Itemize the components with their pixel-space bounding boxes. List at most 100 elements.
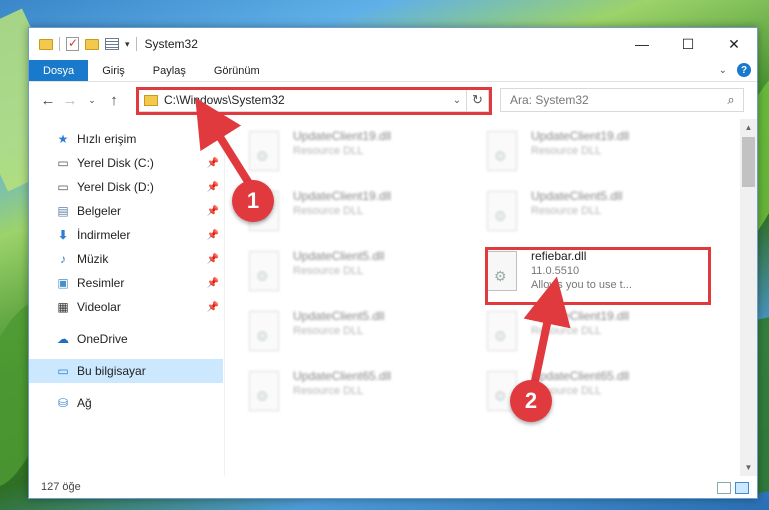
- cloud-icon: ☁: [57, 332, 69, 346]
- video-icon: ▦: [57, 300, 69, 314]
- file-item[interactable]: UpdateClient19.dll Resource DLL: [249, 185, 459, 241]
- expand-ribbon-chevron-icon[interactable]: ⌄: [719, 65, 727, 76]
- file-list: UpdateClient19.dll Resource DLL UpdateCli…: [223, 119, 757, 476]
- pin-icon[interactable]: 📌: [207, 254, 219, 265]
- tab-view[interactable]: Görünüm: [200, 60, 274, 81]
- sidebar-item-pictures[interactable]: ▣ Resimler 📌: [29, 271, 223, 295]
- tiles-view-icon[interactable]: [735, 482, 749, 494]
- title-bar: ▾ System32 — ☐ ✕: [29, 28, 757, 60]
- scroll-down-icon[interactable]: ▼: [740, 459, 757, 476]
- search-icon[interactable]: ⌕: [719, 92, 743, 108]
- file-description: Resource DLL: [531, 145, 602, 157]
- file-description: Resource DLL: [293, 145, 364, 157]
- up-arrow-icon[interactable]: ↑: [103, 92, 125, 109]
- maximize-button[interactable]: ☐: [665, 28, 711, 60]
- properties-check-icon[interactable]: [66, 36, 79, 51]
- sidebar-item-local-disk-d[interactable]: ▭ Yerel Disk (D:) 📌: [29, 175, 223, 199]
- pin-icon[interactable]: 📌: [207, 278, 219, 289]
- dll-file-icon: [487, 131, 517, 171]
- window-title: System32: [144, 37, 198, 51]
- pin-icon[interactable]: 📌: [207, 302, 219, 313]
- file-item[interactable]: UpdateClient5.dll Resource DLL: [249, 245, 459, 301]
- sidebar-item-label: Ağ: [77, 396, 92, 410]
- file-description: Resource DLL: [293, 325, 364, 337]
- main-content: ★ Hızlı erişim ▭ Yerel Disk (C:) 📌 ▭ Yer…: [29, 119, 757, 476]
- search-input[interactable]: Ara: System32: [510, 93, 719, 107]
- tab-file[interactable]: Dosya: [29, 60, 89, 81]
- sidebar-item-label: OneDrive: [77, 332, 128, 346]
- sidebar-item-label: Müzik: [77, 252, 109, 266]
- file-name: UpdateClient19.dll: [531, 129, 630, 143]
- highlight-box-address: [136, 87, 492, 115]
- sidebar-item-label: Hızlı erişim: [77, 132, 137, 146]
- pin-icon[interactable]: 📌: [207, 206, 219, 217]
- item-count: 127 öğe: [41, 481, 81, 493]
- computer-icon: ▭: [57, 364, 69, 378]
- file-name: UpdateClient5.dll: [293, 309, 385, 323]
- view-toggle: [717, 482, 749, 494]
- file-description: Resource DLL: [531, 325, 602, 337]
- tab-share[interactable]: Paylaş: [139, 60, 200, 81]
- toolbar-divider: [135, 37, 137, 51]
- close-button[interactable]: ✕: [711, 28, 757, 60]
- sidebar-item-onedrive[interactable]: ☁ OneDrive: [29, 327, 223, 351]
- navigation-pane: ★ Hızlı erişim ▭ Yerel Disk (C:) 📌 ▭ Yer…: [29, 119, 223, 476]
- folder-icon[interactable]: [39, 38, 53, 50]
- scroll-thumb[interactable]: [742, 137, 755, 187]
- highlight-box-file: [485, 247, 711, 305]
- file-name: UpdateClient65.dll: [531, 369, 630, 383]
- new-folder-icon[interactable]: [85, 38, 99, 50]
- toolbar-divider: [59, 37, 60, 51]
- sidebar-item-downloads[interactable]: ⬇ İndirmeler 📌: [29, 223, 223, 247]
- sidebar-item-label: Videolar: [77, 300, 121, 314]
- sidebar-item-label: Resimler: [77, 276, 125, 290]
- ribbon-tabs: Dosya Giriş Paylaş Görünüm ⌄ ?: [29, 60, 757, 82]
- search-box[interactable]: Ara: System32 ⌕: [500, 88, 744, 112]
- drive-icon: ▭: [57, 156, 69, 170]
- status-bar: 127 öğe: [29, 476, 757, 498]
- forward-arrow-icon[interactable]: →: [59, 92, 81, 109]
- file-description: Resource DLL: [293, 265, 364, 277]
- sidebar-item-videos[interactable]: ▦ Videolar 📌: [29, 295, 223, 319]
- back-arrow-icon[interactable]: ←: [37, 92, 59, 109]
- ribbon-right: ⌄ ?: [719, 63, 751, 77]
- file-name: UpdateClient19.dll: [531, 309, 630, 323]
- file-description: Resource DLL: [293, 385, 364, 397]
- details-view-icon[interactable]: [717, 482, 731, 494]
- pin-icon[interactable]: 📌: [207, 230, 219, 241]
- sidebar-item-quick-access[interactable]: ★ Hızlı erişim: [29, 127, 223, 151]
- scroll-up-icon[interactable]: ▲: [740, 119, 757, 136]
- file-name: UpdateClient19.dll: [293, 129, 392, 143]
- sidebar-item-music[interactable]: ♪ Müzik 📌: [29, 247, 223, 271]
- file-item[interactable]: UpdateClient19.dll Resource DLL: [487, 305, 697, 361]
- sidebar-item-documents[interactable]: ▤ Belgeler 📌: [29, 199, 223, 223]
- file-item[interactable]: UpdateClient65.dll Resource DLL: [249, 365, 459, 421]
- help-icon[interactable]: ?: [737, 63, 751, 77]
- customize-toolbar-chevron-icon[interactable]: ▾: [125, 39, 130, 50]
- recent-locations-chevron-icon[interactable]: ⌄: [81, 95, 103, 106]
- file-item[interactable]: UpdateClient19.dll Resource DLL: [487, 125, 697, 181]
- sidebar-item-network[interactable]: ⛁ Ağ: [29, 391, 223, 415]
- sidebar-item-label: Bu bilgisayar: [77, 364, 146, 378]
- view-options-icon[interactable]: [105, 38, 119, 50]
- sidebar-item-this-pc[interactable]: ▭ Bu bilgisayar: [29, 359, 223, 383]
- step-2-badge: 2: [510, 380, 552, 422]
- file-item[interactable]: UpdateClient19.dll Resource DLL: [249, 125, 459, 181]
- dll-file-icon: [249, 131, 279, 171]
- sidebar-item-label: İndirmeler: [77, 228, 131, 242]
- file-item[interactable]: UpdateClient5.dll Resource DLL: [249, 305, 459, 361]
- step-1-badge: 1: [232, 180, 274, 222]
- file-item[interactable]: UpdateClient5.dll Resource DLL: [487, 185, 697, 241]
- pin-icon[interactable]: 📌: [207, 158, 219, 169]
- tab-home[interactable]: Giriş: [88, 60, 139, 81]
- minimize-button[interactable]: —: [619, 28, 665, 60]
- vertical-scrollbar[interactable]: ▲ ▼: [740, 119, 757, 476]
- drive-icon: ▭: [57, 180, 69, 194]
- sidebar-item-local-disk-c[interactable]: ▭ Yerel Disk (C:) 📌: [29, 151, 223, 175]
- quick-access-toolbar: ▾: [29, 36, 137, 51]
- download-icon: ⬇: [57, 228, 69, 242]
- pin-icon[interactable]: 📌: [207, 182, 219, 193]
